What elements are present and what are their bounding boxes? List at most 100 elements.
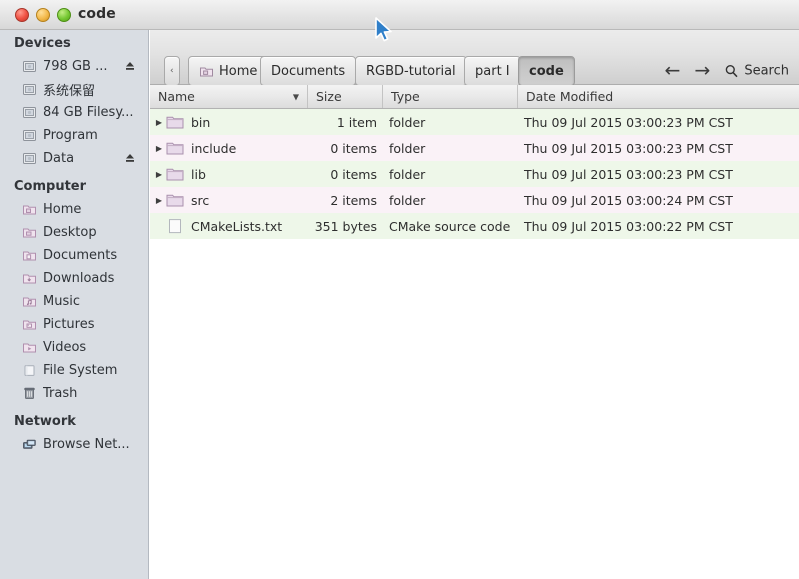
table-row[interactable]: ▶ src 2 items folder Thu 09 Jul 2015 03:…	[150, 187, 799, 213]
sidebar-item-label: Program	[43, 128, 98, 143]
sidebar-item-label: Music	[43, 294, 80, 309]
file-date-cell: Thu 09 Jul 2015 03:00:22 PM CST	[524, 218, 733, 234]
table-row[interactable]: ▶ bin 1 item folder Thu 09 Jul 2015 03:0…	[150, 109, 799, 135]
window-title: code	[78, 6, 116, 22]
close-button[interactable]	[15, 8, 29, 22]
sidebar-item-label: Browse Net...	[43, 437, 130, 452]
text-file-icon	[166, 218, 184, 234]
column-header-label: Size	[316, 89, 342, 104]
sidebar-item-pictures[interactable]: Pictures	[0, 313, 148, 336]
folder-documents-icon	[22, 248, 37, 263]
sidebar-item-system-reserved[interactable]: 系统保留	[0, 78, 148, 101]
table-row[interactable]: ▶ lib 0 items folder Thu 09 Jul 2015 03:…	[150, 161, 799, 187]
sidebar-group-network: Network	[14, 414, 76, 429]
column-headers: Name ▼ Size Type Date Modified	[150, 85, 799, 109]
column-header-size[interactable]: Size	[308, 85, 383, 108]
breadcrumb-overflow-button[interactable]: ‹	[164, 56, 180, 86]
file-name-cell: ▶ src	[150, 192, 308, 208]
sidebar-item-home[interactable]: Home	[0, 198, 148, 221]
folder-music-icon	[22, 294, 37, 309]
file-manager-window: code Devices 798 GB ... 系统保留 84 GB Files…	[0, 0, 799, 579]
sidebar-item-file-system[interactable]: File System	[0, 359, 148, 382]
folder-icon	[166, 114, 184, 130]
sidebar-item-label: Downloads	[43, 271, 115, 286]
sidebar-item-desktop[interactable]: Desktop	[0, 221, 148, 244]
sidebar-item-label: 系统保留	[43, 84, 96, 99]
trash-icon	[22, 386, 37, 401]
drive-icon	[22, 105, 37, 120]
minimize-button[interactable]	[36, 8, 50, 22]
folder-downloads-icon	[22, 271, 37, 286]
folder-videos-icon	[22, 340, 37, 355]
disclosure-triangle-icon[interactable]: ▶	[152, 144, 166, 153]
column-header-date-modified[interactable]: Date Modified	[518, 85, 799, 108]
drive-icon	[22, 82, 37, 97]
file-size-cell: 0 items	[330, 166, 377, 182]
file-size-cell: 1 item	[336, 114, 377, 130]
sidebar-item-videos[interactable]: Videos	[0, 336, 148, 359]
file-name-cell: ▶ include	[150, 140, 308, 156]
breadcrumb-label: code	[529, 63, 564, 79]
column-header-label: Type	[391, 89, 420, 104]
sidebar-item-music[interactable]: Music	[0, 290, 148, 313]
file-size-cell: 0 items	[330, 140, 377, 156]
file-name-cell: ▶ bin	[150, 114, 308, 130]
breadcrumb-rgbd-tutorial[interactable]: RGBD-tutorial	[355, 56, 467, 86]
sidebar-item-84gb-filesystem[interactable]: 84 GB Filesy...	[0, 101, 148, 124]
sidebar-item-label: 798 GB ...	[43, 59, 108, 74]
file-type-cell: folder	[389, 140, 426, 156]
network-icon	[22, 437, 37, 452]
folder-pictures-icon	[22, 317, 37, 332]
file-size-cell: 2 items	[330, 192, 377, 208]
breadcrumb-part-i[interactable]: part I	[464, 56, 521, 86]
column-header-label: Date Modified	[526, 89, 614, 104]
sidebar-item-program[interactable]: Program	[0, 124, 148, 147]
search-button[interactable]: Search	[724, 64, 789, 79]
eject-icon[interactable]	[124, 152, 136, 164]
breadcrumb-home[interactable]: Home	[188, 56, 269, 86]
folder-home-icon	[22, 202, 37, 217]
sidebar-item-label: Data	[43, 151, 75, 166]
disclosure-triangle-icon[interactable]: ▶	[152, 118, 166, 127]
breadcrumb-code[interactable]: code	[518, 56, 575, 86]
forward-arrow-icon[interactable]: →	[694, 61, 710, 81]
sort-caret-icon: ▼	[292, 92, 299, 101]
file-size-cell: 351 bytes	[314, 218, 377, 234]
navigation-controls: ← → Search	[664, 61, 789, 81]
sidebar-item-798gb[interactable]: 798 GB ...	[0, 55, 148, 78]
eject-icon[interactable]	[124, 60, 136, 72]
column-header-name[interactable]: Name ▼	[150, 85, 308, 108]
file-name-label: CMakeLists.txt	[191, 218, 283, 234]
sidebar-item-documents[interactable]: Documents	[0, 244, 148, 267]
breadcrumb-label: Documents	[271, 63, 346, 79]
sidebar-item-label: Pictures	[43, 317, 95, 332]
column-header-type[interactable]: Type	[383, 85, 518, 108]
file-date-cell: Thu 09 Jul 2015 03:00:23 PM CST	[524, 114, 733, 130]
sidebar-item-browse-network[interactable]: Browse Net...	[0, 433, 148, 456]
table-row[interactable]: ▶ include 0 items folder Thu 09 Jul 2015…	[150, 135, 799, 161]
file-name-label: bin	[191, 114, 211, 130]
folder-icon	[166, 140, 184, 156]
table-row[interactable]: CMakeLists.txt 351 bytes CMake source co…	[150, 213, 799, 239]
sidebar-item-data[interactable]: Data	[0, 147, 148, 170]
drive-icon	[22, 151, 37, 166]
path-toolbar: ‹ Home Documents RGBD-tutorial part I co…	[150, 30, 799, 86]
maximize-button[interactable]	[57, 8, 71, 22]
title-bar: code	[0, 0, 799, 30]
disclosure-triangle-icon[interactable]: ▶	[152, 196, 166, 205]
sidebar-item-label: Videos	[43, 340, 87, 355]
breadcrumb-label: part I	[475, 63, 510, 79]
file-date-cell: Thu 09 Jul 2015 03:00:24 PM CST	[524, 192, 733, 208]
sidebar-item-trash[interactable]: Trash	[0, 382, 148, 405]
sidebar-group-devices: Devices	[14, 36, 71, 51]
file-type-cell: CMake source code	[389, 218, 511, 234]
sidebar[interactable]: Devices 798 GB ... 系统保留 84 GB Filesy...	[0, 30, 149, 579]
file-list-area: Name ▼ Size Type Date Modified ▶ bin 1 i…	[150, 85, 799, 579]
file-name-cell: ▶ lib	[150, 166, 308, 182]
folder-icon	[166, 166, 184, 182]
sidebar-item-label: Home	[43, 202, 82, 217]
back-arrow-icon[interactable]: ←	[664, 61, 680, 81]
breadcrumb-documents[interactable]: Documents	[260, 56, 357, 86]
sidebar-item-downloads[interactable]: Downloads	[0, 267, 148, 290]
disclosure-triangle-icon[interactable]: ▶	[152, 170, 166, 179]
